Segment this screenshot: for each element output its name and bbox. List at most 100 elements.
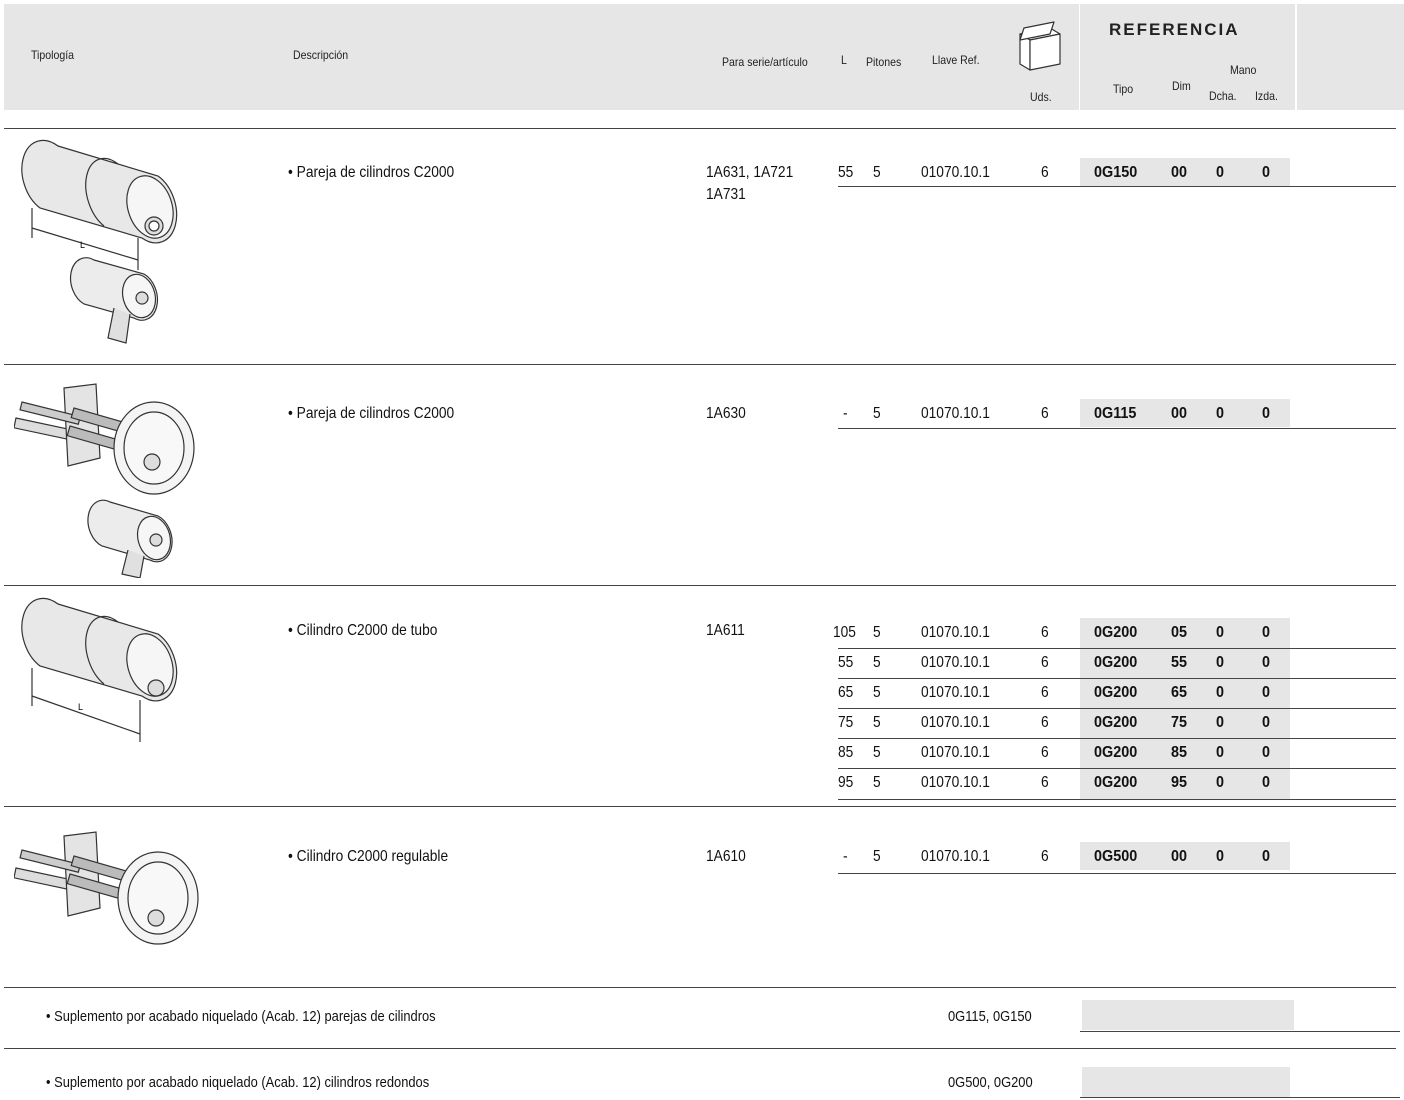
row-rule xyxy=(838,873,1396,874)
dim-value: 05 xyxy=(1171,624,1188,641)
uds-value: 6 xyxy=(1041,624,1049,641)
series-ref: 1A611 xyxy=(706,622,745,639)
l-value: 105 xyxy=(833,624,856,641)
supplement-price-cell xyxy=(1082,1000,1294,1030)
llave-value: 01070.10.1 xyxy=(921,714,990,731)
pitones-value: 5 xyxy=(873,164,881,181)
header-tail xyxy=(1297,4,1404,110)
tipo-value: 0G150 xyxy=(1094,164,1138,181)
izda-value: 0 xyxy=(1262,714,1271,731)
adjustable-cylinder-image xyxy=(14,831,199,945)
izda-value: 0 xyxy=(1262,684,1271,701)
pitones-value: 5 xyxy=(873,405,881,422)
tipo-value: 0G200 xyxy=(1094,684,1138,701)
izda-value: 0 xyxy=(1262,164,1271,181)
series-ref: 1A731 xyxy=(706,186,746,203)
table-header xyxy=(4,4,1079,110)
llave-value: 01070.10.1 xyxy=(921,654,990,671)
dim-value: 00 xyxy=(1171,848,1188,865)
llave-value: 01070.10.1 xyxy=(921,744,990,761)
izda-value: 0 xyxy=(1262,624,1271,641)
col-uds: Uds. xyxy=(1030,90,1052,104)
llave-value: 01070.10.1 xyxy=(921,684,990,701)
dim-value: 55 xyxy=(1171,654,1188,671)
row-rule xyxy=(838,738,1396,739)
dim-value: 00 xyxy=(1171,164,1188,181)
pitones-value: 5 xyxy=(873,774,881,791)
uds-value: 6 xyxy=(1041,654,1049,671)
dcha-value: 0 xyxy=(1216,654,1225,671)
series-ref: 1A631, 1A721 xyxy=(706,164,794,181)
llave-value: 01070.10.1 xyxy=(921,405,990,422)
col-dim: Dim xyxy=(1172,79,1191,93)
dcha-value: 0 xyxy=(1216,684,1225,701)
row-rule xyxy=(1080,1031,1400,1032)
tipo-value: 0G115 xyxy=(1094,405,1137,422)
llave-value: 01070.10.1 xyxy=(921,848,990,865)
tipo-value: 0G200 xyxy=(1094,654,1138,671)
dcha-value: 0 xyxy=(1216,774,1225,791)
tipo-value: 0G200 xyxy=(1094,774,1138,791)
izda-value: 0 xyxy=(1262,744,1271,761)
row-rule xyxy=(838,708,1396,709)
supplement-price-cell xyxy=(1082,1067,1290,1097)
dim-value: 85 xyxy=(1171,744,1188,761)
llave-value: 01070.10.1 xyxy=(921,774,990,791)
col-mano: Mano xyxy=(1230,63,1257,77)
pitones-value: 5 xyxy=(873,848,881,865)
tipo-value: 0G200 xyxy=(1094,744,1138,761)
dcha-value: 0 xyxy=(1216,744,1225,761)
dcha-value: 0 xyxy=(1216,714,1225,731)
tube-cylinder-image: L xyxy=(21,597,178,742)
col-para-serie: Para serie/artículo xyxy=(722,55,808,69)
row-rule xyxy=(838,648,1396,649)
uds-value: 6 xyxy=(1041,848,1049,865)
section-divider xyxy=(4,806,1396,807)
dcha-value: 0 xyxy=(1216,624,1225,641)
section-divider xyxy=(4,128,1396,129)
section-divider xyxy=(4,364,1396,365)
tipo-value: 0G200 xyxy=(1094,624,1138,641)
col-l: L xyxy=(841,53,847,67)
dcha-value: 0 xyxy=(1216,405,1225,422)
series-ref: 1A610 xyxy=(706,848,746,865)
col-descripcion: Descripción xyxy=(293,48,349,62)
row-rule xyxy=(838,678,1396,679)
izda-value: 0 xyxy=(1262,654,1271,671)
llave-value: 01070.10.1 xyxy=(921,624,990,641)
row-rule xyxy=(1080,1097,1400,1098)
l-value: 95 xyxy=(838,774,854,791)
l-value: 55 xyxy=(838,654,854,671)
section-divider xyxy=(4,1048,1396,1049)
uds-value: 6 xyxy=(1041,164,1049,181)
uds-value: 6 xyxy=(1041,684,1049,701)
l-value: 55 xyxy=(838,164,854,181)
pitones-value: 5 xyxy=(873,744,881,761)
col-dcha: Dcha. xyxy=(1209,89,1237,103)
dcha-value: 0 xyxy=(1216,164,1225,181)
row-rule xyxy=(838,428,1396,429)
pitones-value: 5 xyxy=(873,684,881,701)
l-value: - xyxy=(843,848,848,865)
dimension-l-label: L xyxy=(78,702,83,712)
tipo-value: 0G200 xyxy=(1094,714,1138,731)
uds-value: 6 xyxy=(1041,405,1049,422)
dim-value: 95 xyxy=(1171,774,1188,791)
uds-value: 6 xyxy=(1041,714,1049,731)
col-tipologia: Tipología xyxy=(31,48,75,62)
cylinder-rosette-image xyxy=(14,383,195,578)
supplement-refs: 0G500, 0G200 xyxy=(948,1074,1033,1091)
tipo-value: 0G500 xyxy=(1094,848,1138,865)
col-llave-ref: Llave Ref. xyxy=(932,53,980,67)
box-icon xyxy=(1019,21,1061,71)
product-description: • Pareja de cilindros C2000 xyxy=(288,405,455,422)
izda-value: 0 xyxy=(1262,848,1271,865)
supplement-refs: 0G115, 0G150 xyxy=(948,1008,1032,1025)
product-description: • Cilindro C2000 de tubo xyxy=(288,622,438,639)
row-rule xyxy=(838,768,1396,769)
dcha-value: 0 xyxy=(1216,848,1225,865)
l-value: 85 xyxy=(838,744,854,761)
section-divider xyxy=(4,987,1396,988)
col-izda: Izda. xyxy=(1255,89,1278,103)
row-rule xyxy=(838,186,1396,187)
